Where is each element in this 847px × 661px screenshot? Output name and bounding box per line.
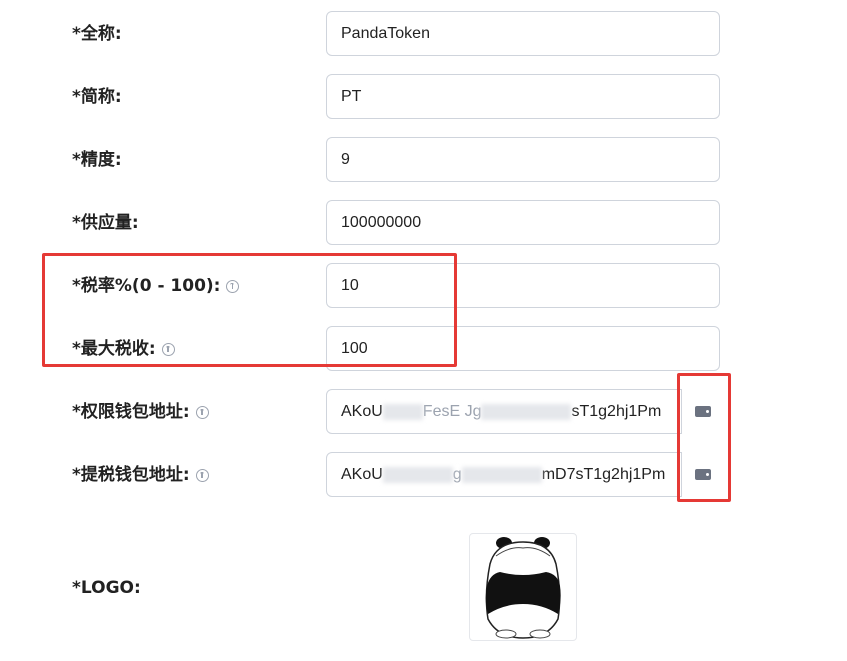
decimals-input[interactable]: 9 [326, 137, 720, 182]
tax-wallet-label-text: *提税钱包地址: [72, 465, 190, 485]
symbol-label: *简称: [72, 85, 122, 109]
authority-wallet-mid: FesE Jg [422, 402, 482, 420]
fullname-input[interactable]: PandaToken [326, 11, 720, 56]
authority-wallet-input[interactable]: AKoU FesE Jg sT1g2hj1Pm [326, 389, 682, 434]
tax-wallet-prefix: AKoU [341, 465, 383, 483]
supply-label: *供应量: [72, 211, 139, 235]
logo-label-text: *LOGO: [72, 578, 141, 598]
tax-wallet-input[interactable]: AKoU g mD7sT1g2hj1Pm [326, 452, 682, 497]
supply-input[interactable]: 100000000 [326, 200, 720, 245]
authority-wallet-prefix: AKoU [341, 402, 383, 420]
highlight-tax-fields [42, 253, 457, 367]
symbol-label-text: *简称: [72, 87, 122, 107]
highlight-wallet-buttons [677, 373, 731, 502]
supply-label-text: *供应量: [72, 213, 139, 233]
logo-upload[interactable] [469, 533, 577, 641]
redaction-blur [461, 466, 542, 483]
tax-wallet-label: *提税钱包地址: [72, 463, 209, 487]
redaction-blur [481, 403, 572, 420]
supply-value: 100000000 [341, 213, 422, 231]
authority-wallet-label-text: *权限钱包地址: [72, 402, 190, 422]
decimals-label-text: *精度: [72, 150, 122, 170]
decimals-label: *精度: [72, 148, 122, 172]
help-circle-icon[interactable] [195, 468, 209, 482]
logo-label: *LOGO: [72, 576, 141, 600]
fullname-value: PandaToken [341, 24, 430, 42]
tax-wallet-suffix: mD7sT1g2hj1Pm [541, 465, 666, 483]
fullname-label-text: *全称: [72, 24, 122, 44]
authority-wallet-label: *权限钱包地址: [72, 400, 209, 424]
authority-wallet-suffix: sT1g2hj1Pm [571, 402, 662, 420]
redaction-blur [382, 403, 423, 420]
help-circle-icon[interactable] [195, 405, 209, 419]
symbol-value: PT [341, 87, 362, 105]
panda-logo-image [485, 537, 561, 639]
redaction-blur [382, 466, 453, 483]
tax-wallet-mid: g [452, 465, 462, 483]
decimals-value: 9 [341, 150, 350, 168]
symbol-input[interactable]: PT [326, 74, 720, 119]
fullname-label: *全称: [72, 22, 122, 46]
